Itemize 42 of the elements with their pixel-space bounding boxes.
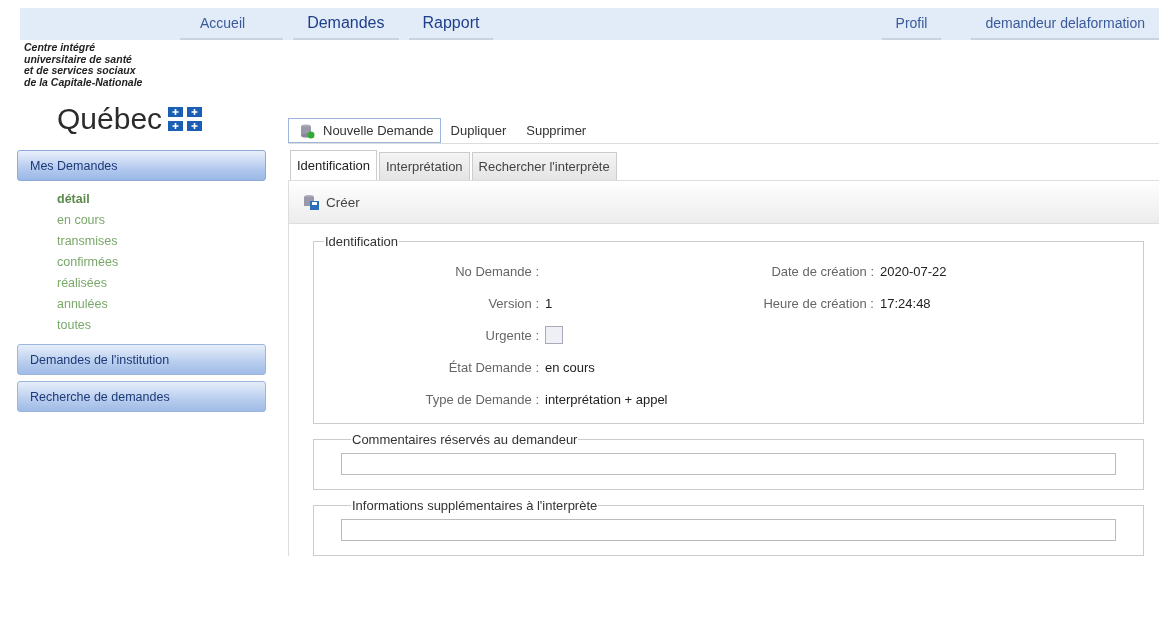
field-label: Urgente : bbox=[484, 327, 539, 343]
organization-name-line: de la Capitale-Nationale bbox=[24, 76, 144, 88]
sidebar-section-header[interactable]: Recherche de demandes bbox=[17, 381, 266, 412]
field-label: Type de Demande : bbox=[424, 391, 539, 407]
group-legend: Identification bbox=[324, 234, 399, 249]
field-value: 1 bbox=[545, 295, 553, 311]
organization-name-line: et de services sociaux bbox=[24, 65, 137, 77]
flag-icon bbox=[168, 107, 203, 131]
checkbox[interactable] bbox=[545, 326, 563, 344]
toolbar-button[interactable]: Supprimer bbox=[516, 123, 597, 138]
new-request-button[interactable]: Nouvelle Demande bbox=[288, 118, 441, 143]
toolbar-button[interactable]: Dupliquer bbox=[440, 123, 517, 138]
nav-link[interactable]: Profil bbox=[881, 8, 942, 40]
input-field[interactable] bbox=[341, 519, 1116, 541]
field-label: Date de création : bbox=[770, 263, 874, 279]
tab[interactable]: Interprétation bbox=[379, 152, 470, 180]
nav-link[interactable]: Accueil bbox=[180, 8, 284, 40]
field-label: Heure de création : bbox=[762, 295, 874, 311]
field-value: 17:24:48 bbox=[880, 295, 931, 311]
input-field[interactable] bbox=[341, 453, 1116, 475]
field-value: interprétation + appel bbox=[545, 391, 668, 407]
nav-link[interactable]: Demandes bbox=[293, 8, 399, 40]
logo-text: Québec bbox=[57, 102, 163, 136]
field-label: Version : bbox=[487, 295, 539, 311]
field-value: 2020-07-22 bbox=[880, 263, 947, 279]
organization-name-line: universitaire de santé bbox=[24, 53, 133, 65]
database-save-icon bbox=[303, 194, 320, 210]
nav-link[interactable]: Rapport bbox=[408, 8, 494, 40]
field-value: en cours bbox=[545, 359, 595, 375]
nav-link[interactable]: demandeur delaformation bbox=[971, 8, 1159, 40]
group-legend: Informations supplémentaires à l'interprète bbox=[351, 498, 599, 513]
sidebar-section-header[interactable]: Demandes de l'institution bbox=[17, 344, 266, 375]
organization-name-line: Centre intégré bbox=[24, 42, 97, 54]
tab[interactable]: Rechercher l'interprète bbox=[471, 152, 617, 180]
database-add-icon bbox=[299, 122, 315, 139]
tab[interactable]: Identification bbox=[290, 150, 377, 180]
field-label: État Demande : bbox=[447, 359, 539, 375]
sidebar-item[interactable]: détail bbox=[57, 189, 268, 210]
create-button[interactable]: Créer bbox=[297, 193, 366, 211]
sidebar-section-header[interactable]: Mes Demandes bbox=[17, 150, 266, 181]
field-label: No Demande : bbox=[454, 263, 539, 279]
group-legend: Commentaires réservés au demandeur bbox=[351, 432, 579, 447]
